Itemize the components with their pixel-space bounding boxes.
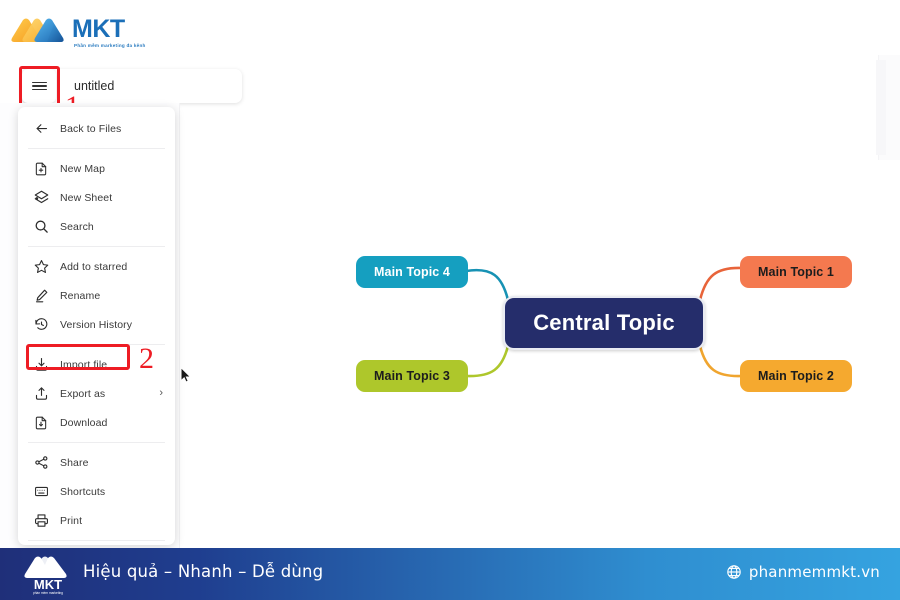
layers-plus-icon xyxy=(34,189,56,207)
menu-item-share[interactable]: Share xyxy=(18,448,175,477)
svg-text:phần mềm marketing: phần mềm marketing xyxy=(33,591,63,595)
menu-item-back-to-files[interactable]: Back to Files xyxy=(18,114,175,143)
mindmap-node-main-topic-3[interactable]: Main Topic 3 xyxy=(356,360,468,392)
connector-topic-4 xyxy=(465,268,510,301)
menu-item-print[interactable]: Print xyxy=(18,506,175,535)
node-label: Main Topic 3 xyxy=(374,369,450,383)
menu-item-label: New Sheet xyxy=(60,191,113,204)
menu-item-label: New Map xyxy=(60,162,106,175)
menu-item-label: Import file xyxy=(60,358,108,371)
document-name-input[interactable]: untitled xyxy=(70,69,240,103)
menu-item-label: Back to Files xyxy=(60,122,122,135)
connector-topic-2 xyxy=(698,345,743,378)
application-canvas: Main Topic 4 Main Topic 3 Main Topic 1 M… xyxy=(0,0,900,548)
mkt-logo-icon xyxy=(11,18,64,42)
import-icon xyxy=(34,356,56,374)
file-plus-icon xyxy=(34,160,56,178)
footer-website-label: phanmemmkt.vn xyxy=(748,563,880,581)
menu-item-label: Search xyxy=(60,220,94,233)
menu-item-rename[interactable]: Rename xyxy=(18,281,175,310)
menu-item-label: Rename xyxy=(60,289,101,302)
menu-item-new-map[interactable]: New Map xyxy=(18,154,175,183)
history-icon xyxy=(34,316,56,334)
mindmap-node-main-topic-1[interactable]: Main Topic 1 xyxy=(740,256,852,288)
menu-item-new-sheet[interactable]: New Sheet xyxy=(18,183,175,212)
footer-slogan: Hiệu quả – Nhanh – Dễ dùng xyxy=(83,562,324,581)
menu-item-shortcuts[interactable]: Shortcuts xyxy=(18,477,175,506)
node-label: Main Topic 4 xyxy=(374,265,450,279)
menu-item-label: Print xyxy=(60,514,83,527)
logo-wordmark: MKT xyxy=(72,15,125,43)
mindmap-node-central-topic[interactable]: Central Topic xyxy=(503,296,705,350)
share-icon xyxy=(34,454,56,472)
menu-divider xyxy=(28,442,165,443)
annotation-number-2: 2 xyxy=(139,342,154,375)
menu-item-label: Download xyxy=(60,416,108,429)
menu-item-label: Version History xyxy=(60,318,133,331)
mindmap-node-main-topic-2[interactable]: Main Topic 2 xyxy=(740,360,852,392)
logo-tagline: Phần mềm marketing đa kênh xyxy=(74,43,146,48)
menu-divider xyxy=(28,148,165,149)
menu-divider xyxy=(28,246,165,247)
footer-bar: MKT phần mềm marketing Hiệu quả – Nhanh … xyxy=(0,548,900,600)
pencil-icon xyxy=(34,287,56,305)
menu-item-label: Export as xyxy=(60,387,106,400)
export-icon xyxy=(34,385,56,403)
node-label: Central Topic xyxy=(533,310,675,335)
menu-divider xyxy=(28,540,165,541)
menu-item-version-history[interactable]: Version History xyxy=(18,310,175,339)
node-label: Main Topic 2 xyxy=(758,369,834,383)
menu-item-label: Share xyxy=(60,456,89,469)
node-label: Main Topic 1 xyxy=(758,265,834,279)
keyboard-icon xyxy=(34,483,56,501)
hamburger-menu-button[interactable] xyxy=(22,69,56,103)
menu-item-search[interactable]: Search xyxy=(18,212,175,241)
menu-item-label: Add to starred xyxy=(60,260,128,273)
chevron-right-icon: › xyxy=(159,387,163,399)
menu-item-add-to-starred[interactable]: Add to starred xyxy=(18,252,175,281)
footer-website[interactable]: phanmemmkt.vn xyxy=(726,563,880,581)
menu-item-label: Shortcuts xyxy=(60,485,106,498)
svg-text:MKT: MKT xyxy=(34,577,62,592)
menu-item-export-as[interactable]: Export as › xyxy=(18,379,175,408)
arrow-left-icon xyxy=(34,120,56,138)
mouse-cursor xyxy=(181,368,191,383)
connector-topic-3 xyxy=(465,345,510,378)
printer-icon xyxy=(34,512,56,530)
main-dropdown-menu[interactable]: Back to Files New Map New Sheet Search A… xyxy=(18,107,175,545)
app-logo: MKT Phần mềm marketing đa kênh xyxy=(10,12,150,52)
hamburger-icon xyxy=(31,80,47,93)
footer-mkt-logo-icon: MKT phần mềm marketing xyxy=(24,556,67,595)
search-icon xyxy=(34,218,56,236)
download-file-icon xyxy=(34,414,56,432)
menu-item-download[interactable]: Download xyxy=(18,408,175,437)
mindmap-node-main-topic-4[interactable]: Main Topic 4 xyxy=(356,256,468,288)
star-icon xyxy=(34,258,56,276)
globe-icon xyxy=(727,565,741,579)
connector-topic-1 xyxy=(698,266,743,301)
